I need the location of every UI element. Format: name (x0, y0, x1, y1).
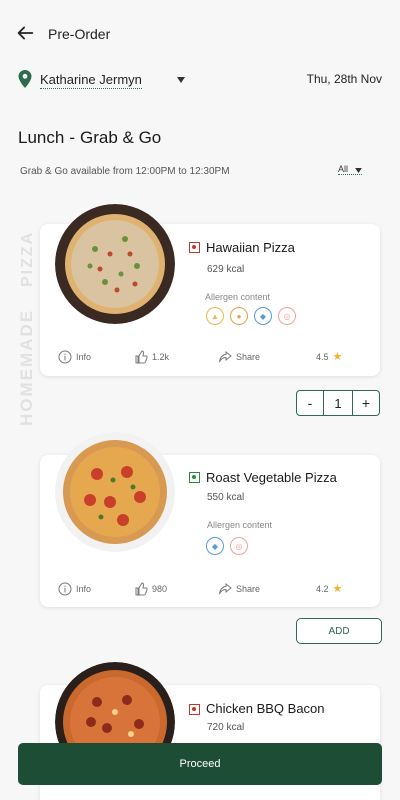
page-title: Pre-Order (48, 26, 111, 42)
allergen-icons: ▲ ● ◆ ◎ (206, 307, 296, 325)
veg-icon (189, 472, 200, 483)
pizza-image (55, 204, 175, 324)
meal-mode: Grab & Go (80, 128, 162, 147)
egg-icon: ● (230, 307, 248, 325)
non-veg-icon (189, 242, 200, 253)
allergen-icons: ◆ ◎ (206, 537, 248, 555)
rating: 4.5 ★ (316, 350, 342, 363)
quantity-value: 1 (323, 391, 353, 415)
item-actions: Info 1.2k Share 4.5 ★ (52, 350, 370, 370)
section-label-homemade: HOMEMADE (17, 308, 36, 426)
thumbs-up-icon (135, 582, 148, 596)
non-veg-icon (189, 704, 200, 715)
rating-value: 4.2 (316, 583, 329, 594)
info-icon (58, 582, 72, 596)
allergen-label: Allergen content (207, 520, 273, 530)
rating-value: 4.5 (316, 351, 329, 362)
milk-icon: ◆ (254, 307, 272, 325)
info-label: Info (76, 352, 92, 362)
meal-heading: Lunch - Grab & Go (18, 128, 161, 148)
info-action[interactable]: Info (58, 582, 91, 596)
info-icon (58, 350, 72, 364)
item-calories: 550 kcal (207, 492, 245, 503)
milk-icon: ◆ (206, 537, 224, 555)
fish-icon: ◎ (278, 307, 296, 325)
chevron-down-icon (355, 168, 362, 173)
filter-dropdown[interactable]: All (338, 164, 363, 175)
share-label: Share (236, 352, 261, 362)
wheat-icon: ▲ (206, 307, 224, 325)
availability-text: Grab & Go available from 12:00PM to 12:3… (20, 166, 230, 177)
like-action[interactable]: 1.2k (134, 350, 169, 364)
allergen-label: Allergen content (205, 292, 271, 302)
pizza-image (55, 432, 175, 552)
info-label: Info (76, 584, 92, 594)
star-icon: ★ (332, 351, 343, 363)
item-name[interactable]: Roast Vegetable Pizza (206, 470, 337, 485)
meal-separator: - (69, 128, 75, 147)
rating: 4.2 ★ (316, 582, 342, 595)
share-action[interactable]: Share (218, 350, 260, 364)
item-name[interactable]: Hawaiian Pizza (206, 240, 295, 255)
star-icon: ★ (332, 583, 343, 595)
fish-icon: ◎ (230, 537, 248, 555)
like-count: 1.2k (152, 352, 170, 362)
filter-value: All (338, 164, 349, 174)
back-arrow-icon[interactable] (14, 22, 36, 44)
like-count: 980 (152, 584, 168, 594)
quantity-stepper[interactable]: - 1 + (296, 390, 380, 416)
increment-button[interactable]: + (353, 391, 379, 415)
item-actions: Info 980 Share 4.2 ★ (52, 582, 370, 602)
location-pin-icon (18, 70, 32, 88)
decrement-button[interactable]: - (297, 391, 323, 415)
top-bar: Pre-Order (0, 0, 400, 64)
location-row: Katharine Jermyn Thu, 28th Nov (0, 64, 400, 94)
chevron-down-icon[interactable] (177, 77, 185, 83)
item-calories: 629 kcal (207, 264, 245, 275)
info-action[interactable]: Info (58, 350, 91, 364)
item-name[interactable]: Chicken BBQ Bacon (206, 701, 325, 716)
share-label: Share (236, 584, 261, 594)
like-action[interactable]: 980 (134, 582, 167, 596)
add-button[interactable]: ADD (296, 618, 382, 644)
share-icon (219, 582, 232, 595)
location-selector[interactable]: Katharine Jermyn (40, 72, 142, 89)
thumbs-up-icon (135, 350, 148, 364)
proceed-button[interactable]: Proceed (18, 743, 382, 785)
section-label-pizza: PIZZA (19, 230, 36, 287)
item-calories: 720 kcal (207, 722, 245, 733)
date-selector[interactable]: Thu, 28th Nov (307, 72, 382, 86)
share-action[interactable]: Share (218, 582, 260, 596)
share-icon (219, 350, 232, 363)
meal-type: Lunch (18, 128, 65, 147)
